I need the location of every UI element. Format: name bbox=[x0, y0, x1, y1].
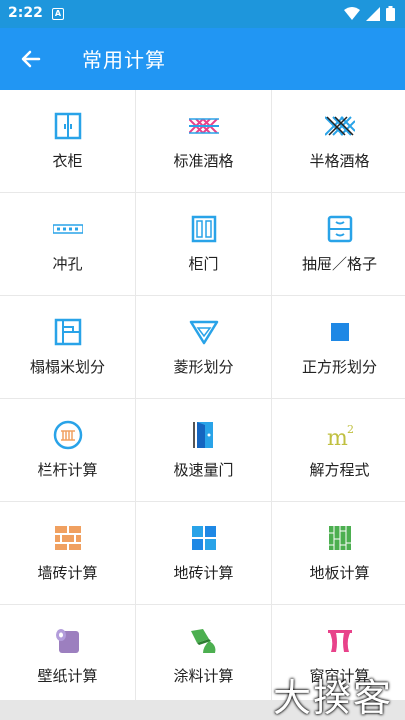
grid-item-label: 半格酒格 bbox=[309, 152, 370, 170]
grid-item-floor-board[interactable]: 地板计算 bbox=[272, 502, 405, 604]
notification-icon: A bbox=[52, 8, 64, 20]
grid-item-label: 墙砖计算 bbox=[37, 564, 98, 582]
grid-item-wardrobe[interactable]: 衣柜 bbox=[0, 90, 135, 192]
cabinet-door-icon bbox=[188, 213, 220, 245]
paint-icon bbox=[188, 625, 220, 657]
grid-item-paint[interactable]: 涂料计算 bbox=[136, 605, 271, 707]
curtain-icon bbox=[324, 625, 356, 657]
wifi-icon bbox=[344, 6, 360, 20]
grid-item-label: 抽屉／格子 bbox=[301, 255, 377, 273]
wallpaper-icon bbox=[52, 625, 84, 657]
app-bar: 常用计算 bbox=[0, 28, 405, 90]
grid-item-cabinet-door[interactable]: 柜门 bbox=[136, 193, 271, 295]
back-button[interactable] bbox=[14, 42, 48, 76]
half-wine-rack-icon bbox=[324, 110, 356, 142]
calculator-grid: 衣柜 标准酒格 半格酒格 冲孔 柜门 抽屉／格子 榻榻米划分 菱形划分 正方形划… bbox=[0, 90, 405, 707]
punch-hole-icon bbox=[52, 213, 84, 245]
grid-item-floor-tile[interactable]: 地砖计算 bbox=[136, 502, 271, 604]
svg-text:2: 2 bbox=[347, 423, 354, 436]
status-bar: 2:22 A bbox=[0, 0, 405, 28]
wardrobe-icon bbox=[52, 110, 84, 142]
signal-icon bbox=[366, 6, 380, 21]
drawer-icon bbox=[324, 213, 356, 245]
grid-item-square[interactable]: 正方形划分 bbox=[272, 296, 405, 398]
grid-item-label: 冲孔 bbox=[52, 255, 83, 273]
grid-item-door-measure[interactable]: 极速量门 bbox=[136, 399, 271, 501]
grid-item-railing[interactable]: 栏杆计算 bbox=[0, 399, 135, 501]
door-measure-icon bbox=[188, 419, 220, 451]
floor-tile-icon bbox=[188, 522, 220, 554]
svg-text:m: m bbox=[327, 426, 348, 449]
status-icons bbox=[344, 6, 395, 21]
watermark: 大揆客 bbox=[272, 676, 393, 720]
grid-item-half-wine-rack[interactable]: 半格酒格 bbox=[272, 90, 405, 192]
grid-item-tatami[interactable]: 榻榻米划分 bbox=[0, 296, 135, 398]
wall-brick-icon bbox=[52, 522, 84, 554]
railing-icon bbox=[52, 419, 84, 451]
grid-item-label: 衣柜 bbox=[52, 152, 83, 170]
equation-icon: m2 bbox=[324, 419, 356, 451]
grid-item-diamond[interactable]: 菱形划分 bbox=[136, 296, 271, 398]
tatami-icon bbox=[52, 316, 84, 348]
grid-item-label: 地砖计算 bbox=[173, 564, 234, 582]
standard-wine-rack-icon bbox=[188, 110, 220, 142]
diamond-icon bbox=[188, 316, 220, 348]
grid-item-label: 标准酒格 bbox=[173, 152, 234, 170]
grid-item-label: 榻榻米划分 bbox=[29, 358, 105, 376]
grid-item-label: 菱形划分 bbox=[173, 358, 234, 376]
floor-board-icon bbox=[324, 522, 356, 554]
grid-item-punch-hole[interactable]: 冲孔 bbox=[0, 193, 135, 295]
grid-item-label: 极速量门 bbox=[173, 461, 234, 479]
grid-item-standard-wine-rack[interactable]: 标准酒格 bbox=[136, 90, 271, 192]
grid-item-label: 解方程式 bbox=[309, 461, 370, 479]
grid-item-drawer[interactable]: 抽屉／格子 bbox=[272, 193, 405, 295]
square-icon bbox=[324, 316, 356, 348]
page-title: 常用计算 bbox=[82, 48, 166, 72]
grid-item-label: 地板计算 bbox=[309, 564, 370, 582]
grid-item-wallpaper[interactable]: 壁纸计算 bbox=[0, 605, 135, 707]
status-time: 2:22 bbox=[8, 5, 43, 21]
grid-item-label: 壁纸计算 bbox=[37, 667, 98, 685]
grid-item-label: 柜门 bbox=[188, 255, 219, 273]
battery-icon bbox=[386, 6, 395, 21]
grid-item-label: 正方形划分 bbox=[301, 358, 377, 376]
grid-item-label: 涂料计算 bbox=[173, 667, 234, 685]
arrow-left-icon bbox=[21, 50, 41, 68]
grid-item-wall-brick[interactable]: 墙砖计算 bbox=[0, 502, 135, 604]
grid-item-equation[interactable]: m2 解方程式 bbox=[272, 399, 405, 501]
grid-item-label: 栏杆计算 bbox=[37, 461, 98, 479]
